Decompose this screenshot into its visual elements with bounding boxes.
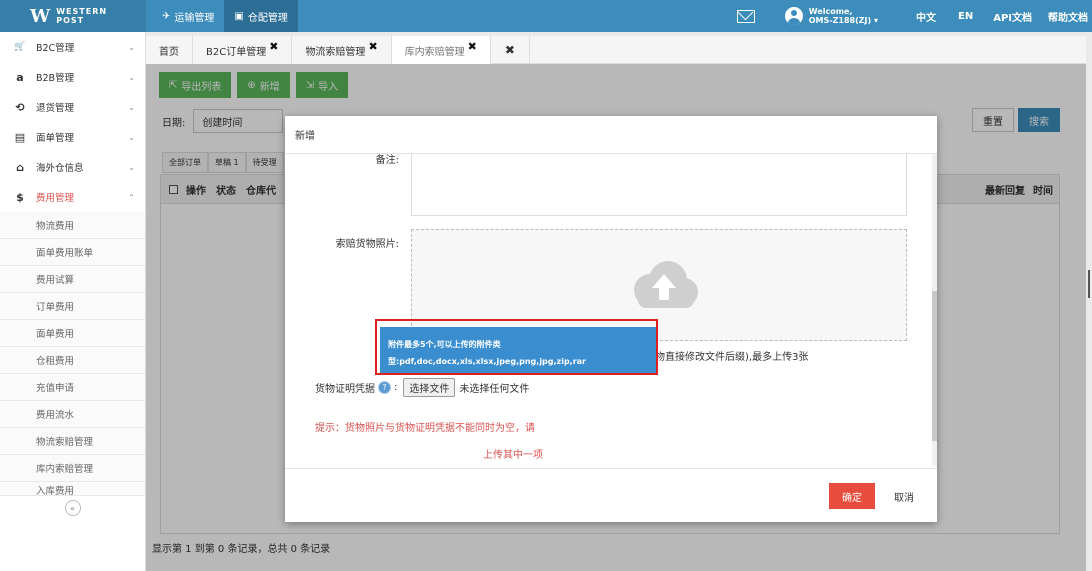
sidebar-item-label: 面单管理: [36, 133, 75, 144]
tab-label: 物流索赔管理: [305, 46, 366, 58]
sidebar-item-labels[interactable]: ▤ 面单管理 ⌄: [0, 122, 145, 152]
warning-text: 提示：货物照片与货物证明凭据不能同时为空，请: [315, 423, 535, 434]
tab-b2c-orders[interactable]: B2C订单管理 ✖: [193, 36, 293, 64]
lang-cn-link[interactable]: 中文: [908, 9, 944, 24]
return-icon: ⟲: [15, 100, 25, 114]
welcome-text: Welcome,: [808, 7, 853, 16]
logo-text: WESTERN POST: [56, 7, 107, 25]
sidebar-item-returns[interactable]: ⟲ 退货管理 ⌄: [0, 92, 145, 122]
user-menu[interactable]: Welcome, OMS-Z188(ZJ) ▾: [784, 7, 878, 25]
caret-down-icon: ▾: [873, 16, 878, 25]
close-icon[interactable]: ✖: [368, 40, 377, 53]
sidebar-subitem[interactable]: 库内索赔管理: [0, 455, 145, 482]
warning-text-line2: 上传其中一项: [483, 450, 543, 461]
close-icon[interactable]: ✖: [269, 40, 278, 53]
sidebar-item-label: 退货管理: [36, 103, 75, 114]
user-text: Welcome, OMS-Z188(ZJ) ▾: [809, 7, 878, 25]
tab-logistics-claims[interactable]: 物流索赔管理 ✖: [292, 36, 392, 64]
proof-label: 货物证明凭据: [315, 384, 375, 395]
window-edge-handle: [1088, 270, 1090, 298]
tab-label: 首页: [159, 46, 179, 58]
highlight-box: [375, 319, 658, 375]
api-docs-link[interactable]: API文档: [985, 9, 1040, 24]
top-nav: ✈ 运输管理 ▣ 仓配管理: [152, 0, 298, 32]
tab-label: B2C订单管理: [206, 46, 267, 58]
help-icon[interactable]: ?: [378, 381, 391, 394]
document-icon: ▤: [14, 130, 26, 144]
remark-textarea[interactable]: [411, 154, 907, 216]
sidebar-item-label: 费用管理: [36, 193, 75, 204]
chevron-down-icon: ⌄: [128, 102, 135, 112]
sidebar-subitem[interactable]: 面单费用账单: [0, 239, 145, 266]
home-icon: ⌂: [16, 160, 24, 174]
close-icon[interactable]: ✖: [468, 40, 477, 53]
choose-file-button[interactable]: 选择文件: [403, 378, 456, 397]
nav-warehouse[interactable]: ▣ 仓配管理: [224, 0, 298, 32]
chevron-down-icon: ⌄: [128, 72, 135, 82]
close-icon: ✖: [504, 43, 515, 57]
tab-home[interactable]: 首页: [146, 36, 193, 64]
cart-icon: 🛒: [14, 42, 26, 52]
sidebar-subitem[interactable]: 充值申请: [0, 374, 145, 401]
sidebar-subitem[interactable]: 费用流水: [0, 401, 145, 428]
sidebar-subitem[interactable]: 入库费用: [0, 482, 145, 496]
vertical-scrollbar[interactable]: [932, 291, 937, 441]
upload-hint: 物直接修改文件后缀),最多上传3张: [655, 352, 809, 363]
logo-mark: W: [30, 5, 51, 27]
nav-warehouse-label: 仓配管理: [247, 12, 288, 24]
sidebar-item-label: 海外仓信息: [36, 163, 84, 174]
modal-header: 新增: [285, 116, 937, 154]
sidebar-item-label: B2C管理: [36, 43, 75, 54]
confirm-button[interactable]: 确定: [829, 483, 875, 509]
mail-icon[interactable]: [736, 9, 755, 23]
sidebar-item-b2c[interactable]: 🛒 B2C管理 ⌄: [0, 32, 145, 62]
nav-transport[interactable]: ✈ 运输管理: [152, 0, 224, 32]
cancel-button[interactable]: 取消: [885, 483, 923, 509]
top-right: Welcome, OMS-Z188(ZJ) ▾ 中文 EN API文档 帮助文档: [736, 0, 1092, 32]
colon: :: [394, 382, 398, 393]
sidebar-subitem[interactable]: 面单费用: [0, 320, 145, 347]
sidebar-subitem[interactable]: 订单费用: [0, 293, 145, 320]
sidebar-subitem[interactable]: 费用试算: [0, 266, 145, 293]
amazon-icon: a: [16, 70, 24, 84]
proof-file-row: 货物证明凭据 ? : 选择文件 未选择任何文件: [315, 378, 529, 397]
logo-line1: WESTERN: [56, 7, 108, 16]
sidebar-collapse-button[interactable]: «: [64, 500, 81, 516]
remark-label: 备注:: [375, 155, 399, 166]
dollar-icon: $: [16, 190, 24, 204]
sidebar: 🛒 B2C管理 ⌄ a B2B管理 ⌄ ⟲ 退货管理 ⌄ ▤ 面单管理 ⌄ ⌂ …: [0, 32, 146, 571]
logo-line2: POST: [56, 16, 85, 25]
close-all-tabs-button[interactable]: ✖: [491, 36, 530, 64]
sidebar-item-b2b[interactable]: a B2B管理 ⌄: [0, 62, 145, 92]
logo[interactable]: W WESTERN POST: [0, 0, 146, 32]
sidebar-subitem[interactable]: 仓租费用: [0, 347, 145, 374]
modal-title: 新增: [295, 131, 315, 142]
plane-icon: ✈: [162, 10, 171, 22]
sidebar-subitem[interactable]: 物流索赔管理: [0, 428, 145, 455]
sidebar-item-label: B2B管理: [36, 73, 75, 84]
chevron-down-icon: ⌄: [128, 162, 135, 172]
top-navbar: W WESTERN POST ✈ 运输管理 ▣ 仓配管理 Welcome, OM…: [0, 0, 1092, 32]
clipboard-icon: ▣: [234, 10, 244, 22]
sidebar-item-overseas-warehouse[interactable]: ⌂ 海外仓信息 ⌄: [0, 152, 145, 182]
chevron-down-icon: ⌄: [128, 132, 135, 142]
help-docs-link[interactable]: 帮助文档: [1040, 9, 1092, 24]
modal-body: 备注: 索赔货物照片: 物直接修改文件后缀),最多上传3张 货物证明凭据 ? :…: [285, 154, 937, 466]
photo-label: 索赔货物照片:: [335, 239, 399, 250]
modal-footer: 确定 取消: [285, 468, 937, 522]
tab-warehouse-claims[interactable]: 库内索赔管理 ✖: [391, 36, 491, 64]
chevron-up-icon: ⌃: [128, 192, 135, 202]
nav-transport-label: 运输管理: [174, 12, 215, 24]
tab-label: 库内索赔管理: [404, 46, 465, 58]
page-tabs: 首页 B2C订单管理 ✖ 物流索赔管理 ✖ 库内索赔管理 ✖ ✖: [146, 36, 1086, 64]
avatar: [784, 7, 803, 25]
sidebar-subitem[interactable]: 物流费用: [0, 212, 145, 239]
cloud-upload-icon: [634, 261, 698, 308]
sidebar-item-fees[interactable]: $ 费用管理 ⌃: [0, 182, 145, 212]
username: OMS-Z188(ZJ): [808, 16, 872, 25]
file-status: 未选择任何文件: [459, 384, 530, 395]
chevron-down-icon: ⌄: [128, 42, 135, 52]
lang-en-link[interactable]: EN: [950, 11, 981, 22]
